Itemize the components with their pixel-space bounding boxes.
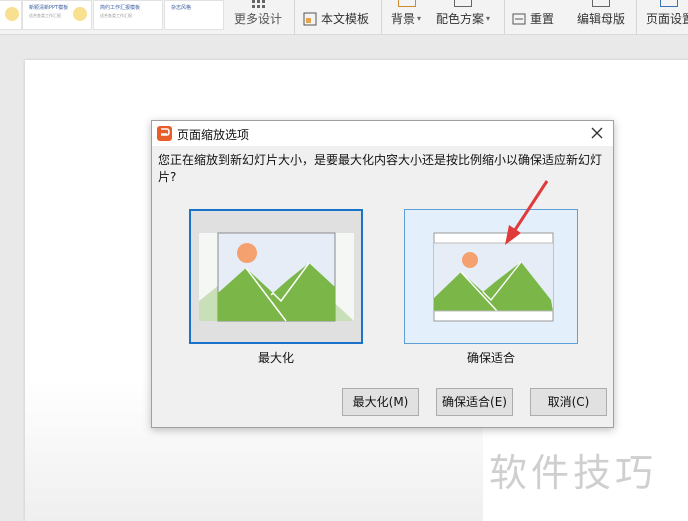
dialog-title: 页面缩放选项	[177, 128, 250, 142]
page-setup-button[interactable]: 页面设置	[646, 10, 688, 27]
color-scheme-label: 配色方案	[436, 12, 485, 26]
color-scheme-button[interactable]: 配色方案 ▾	[436, 10, 490, 27]
design-thumbnail[interactable]	[0, 0, 22, 30]
annotation-arrow-icon	[505, 180, 549, 245]
design-thumbnail[interactable]: 杂志风格	[164, 0, 224, 30]
maximize-preview-image	[199, 232, 354, 322]
close-button[interactable]	[585, 122, 609, 144]
grid-icon	[252, 0, 265, 8]
maximize-button[interactable]: 最大化(M)	[342, 388, 419, 416]
reset-button[interactable]: 重置	[512, 10, 554, 27]
background-label: 背景	[391, 12, 416, 26]
text-template-button[interactable]: 本文模板	[303, 10, 369, 27]
ribbon-separator	[504, 0, 505, 34]
maximize-option[interactable]	[189, 209, 363, 344]
reset-icon	[512, 13, 526, 24]
cancel-button[interactable]: 取消(C)	[530, 388, 607, 416]
chevron-down-icon: ▾	[486, 14, 491, 23]
design-thumbnails: 新颖清新PPT模板 适合各类工作汇报 简约工作汇报模板 适合各类工作汇报 杂志风…	[0, 0, 230, 30]
wps-presentation-icon	[157, 126, 172, 141]
maximize-option-label: 最大化	[257, 351, 294, 365]
edit-master-icon	[592, 0, 610, 7]
edit-master-label: 编辑母版	[577, 12, 626, 26]
reset-label: 重置	[530, 12, 555, 26]
page-scale-dialog: 页面缩放选项 您正在缩放到新幻灯片大小，是要最大化内容大小还是按比例缩小以确保适…	[151, 120, 614, 428]
dialog-titlebar: 页面缩放选项	[152, 121, 613, 146]
ribbon-toolbar: 新颖清新PPT模板 适合各类工作汇报 简约工作汇报模板 适合各类工作汇报 杂志风…	[0, 0, 688, 35]
text-template-label: 本文模板	[321, 12, 370, 26]
thumbnail-title: 杂志风格	[171, 5, 192, 11]
page-setup-label: 页面设置	[646, 12, 688, 26]
thumbnail-subtitle: 适合各类工作汇报	[100, 13, 132, 18]
watermark: 软件技巧	[483, 420, 688, 521]
edit-master-button[interactable]: 编辑母版	[577, 10, 625, 27]
chevron-down-icon: ▾	[417, 14, 422, 23]
ribbon-separator	[636, 0, 637, 34]
color-scheme-icon	[454, 0, 472, 7]
background-icon	[398, 0, 416, 7]
more-design-button[interactable]: 更多设计	[234, 0, 284, 30]
ensure-fit-option-label: 确保适合	[466, 351, 515, 365]
thumbnail-title: 简约工作汇报模板	[100, 5, 141, 11]
watermark-text: 软件技巧	[489, 451, 658, 495]
ensure-fit-button[interactable]: 确保适合(E)	[436, 388, 513, 416]
ribbon-separator	[381, 0, 382, 34]
design-thumbnail[interactable]: 简约工作汇报模板 适合各类工作汇报	[93, 0, 163, 30]
thumbnail-subtitle: 适合各类工作汇报	[29, 13, 61, 18]
ribbon-separator	[294, 0, 295, 34]
thumbnail-title: 新颖清新PPT模板	[29, 5, 69, 11]
close-icon	[591, 127, 603, 139]
page-setup-icon	[660, 0, 678, 7]
more-design-label: 更多设计	[234, 12, 283, 26]
background-button[interactable]: 背景 ▾	[391, 10, 421, 27]
template-icon	[303, 12, 317, 25]
design-thumbnail[interactable]: 新颖清新PPT模板 适合各类工作汇报	[22, 0, 92, 30]
